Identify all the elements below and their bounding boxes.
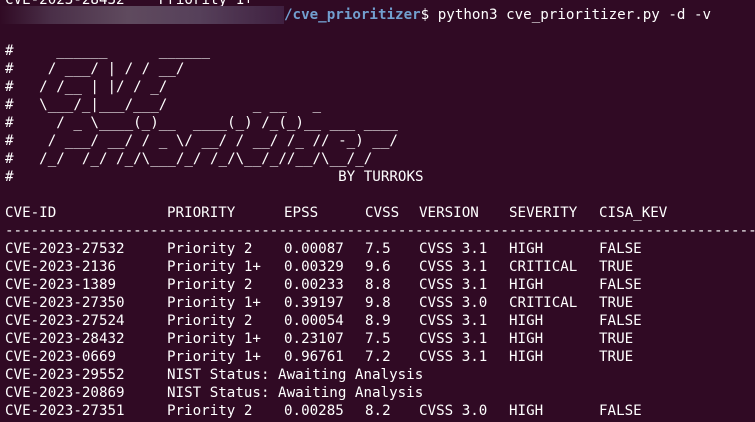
cell-cisa-kev: FALSE	[599, 313, 642, 329]
cell-severity: HIGH	[509, 331, 544, 347]
cell-cisa-kev: TRUE	[599, 349, 634, 365]
cell-cve-id: CVE-2023-27351	[5, 403, 125, 419]
cell-cve-id: CVE-2023-27532	[5, 241, 125, 257]
cell-version: CVSS 3.1	[419, 349, 488, 365]
cell-severity: CRITICAL	[509, 259, 578, 275]
cell-cvss: 7.2	[365, 349, 391, 365]
cell-epss: 0.00233	[284, 277, 344, 293]
cell-cisa-kev: FALSE	[599, 277, 642, 293]
prompt-path: /cve_prioritizer	[284, 7, 421, 23]
cell-cve-id: CVE-2023-28432	[5, 331, 125, 347]
cell-cisa-kev: TRUE	[599, 331, 634, 347]
table-row: CVE-2023-2136 Priority 1+ 0.00329 9.6 CVSS 3…	[5, 258, 689, 276]
cell-cvss: 7.5	[365, 241, 391, 257]
cell-cvss: 8.8	[365, 277, 391, 293]
cell-cve-id: CVE-2023-27524	[5, 313, 125, 329]
cell-version: CVSS 3.1	[419, 277, 488, 293]
cell-version: CVSS 3.1	[419, 259, 488, 275]
cell-cvss: 8.2	[365, 403, 391, 419]
cell-cvss: 8.9	[365, 313, 391, 329]
table-row: CVE-2023-27532 Priority 2 0.00087 7.5 CVSS 3…	[5, 240, 689, 258]
cell-severity: HIGH	[509, 403, 544, 419]
cell-priority: Priority 1+	[167, 259, 261, 275]
banner-line: # / ___/ __/ / _ \/ __/ / __/ /_ // -_) …	[5, 133, 398, 149]
cell-epss: 0.00054	[284, 313, 344, 329]
cell-severity: HIGH	[509, 277, 544, 293]
cell-epss: 0.39197	[284, 295, 344, 311]
cell-priority: Priority 2	[167, 313, 253, 329]
header-severity: SEVERITY	[509, 205, 578, 221]
cell-cvss: 9.8	[365, 295, 391, 311]
cell-severity: HIGH	[509, 313, 544, 329]
table-header: CVE-ID PRIORITY EPSS CVSS VERSION SEVERITY CIS…	[5, 204, 689, 222]
cell-cvss: 7.5	[365, 331, 391, 347]
cell-cisa-kev: TRUE	[599, 295, 634, 311]
cell-severity: HIGH	[509, 241, 544, 257]
cell-nist-status: NIST Status: Awaiting Analysis	[167, 367, 424, 383]
table-row-nist-status: CVE-2023-20869 NIST Status: Awaiting Anal…	[5, 384, 423, 402]
banner-byline: # BY TURROKS	[5, 169, 424, 185]
cell-severity: CRITICAL	[509, 295, 578, 311]
cell-cve-id: CVE-2023-29552	[5, 367, 125, 383]
cell-cve-id: CVE-2023-20869	[5, 385, 125, 401]
cell-version: CVSS 3.1	[419, 241, 488, 257]
banner-line: # \___/_|___/___/ _ __ _	[5, 97, 322, 113]
cell-version: CVSS 3.1	[419, 313, 488, 329]
cell-priority: Priority 2	[167, 403, 253, 419]
banner-line: # / ___/ | / / __/	[5, 61, 185, 77]
cell-cisa-kev: FALSE	[599, 241, 642, 257]
table-row: CVE-2023-27524 Priority 2 0.00054 8.9 CVSS 3…	[5, 312, 689, 330]
cell-version: CVSS 3.0	[419, 403, 488, 419]
header-cvss: CVSS	[365, 205, 400, 221]
table-row: CVE-2023-27351 Priority 2 0.00285 8.2 CVSS 3…	[5, 402, 689, 420]
table-separator: ----------------------------------------…	[5, 223, 755, 239]
cell-version: CVSS 3.1	[419, 331, 488, 347]
table-row-nist-status: CVE-2023-29552 NIST Status: Awaiting Anal…	[5, 366, 423, 384]
banner-line: # ______ ______	[5, 43, 210, 59]
table-row: CVE-2023-0669 Priority 1+ 0.96761 7.2 CVSS 3…	[5, 348, 689, 366]
cell-epss: 0.00087	[284, 241, 344, 257]
cell-priority: Priority 2	[167, 241, 253, 257]
header-version: VERSION	[419, 205, 479, 221]
cell-cisa-kev: TRUE	[599, 259, 634, 275]
cell-priority: Priority 2	[167, 277, 253, 293]
command-text: python3 cve_prioritizer.py -d -v	[429, 7, 712, 23]
cell-cisa-kev: FALSE	[599, 403, 642, 419]
cell-priority: Priority 1+	[167, 349, 261, 365]
header-priority: PRIORITY	[167, 205, 236, 221]
cell-severity: HIGH	[509, 349, 544, 365]
cell-epss: 0.23107	[284, 331, 344, 347]
cell-version: CVSS 3.0	[419, 295, 488, 311]
header-epss: EPSS	[284, 205, 319, 221]
redacted-user-host	[0, 6, 284, 24]
banner-line: # / /__ | |/ / _/	[5, 79, 168, 95]
command-prompt: /cve_prioritizer$ python3 cve_prioritize…	[0, 6, 711, 24]
cell-priority: Priority 1+	[167, 331, 261, 347]
cell-cvss: 9.6	[365, 259, 391, 275]
cell-epss: 0.96761	[284, 349, 344, 365]
cell-cve-id: CVE-2023-1389	[5, 277, 117, 293]
table-row: CVE-2023-1389 Priority 2 0.00233 8.8 CVSS 3.…	[5, 276, 689, 294]
cell-cve-id: CVE-2023-2136	[5, 259, 117, 275]
cell-epss: 0.00329	[284, 259, 344, 275]
header-cisa-kev: CISA_KEV	[599, 205, 668, 221]
cell-priority: Priority 1+	[167, 295, 261, 311]
banner-line: # /_/ /_/ /_/\___/_/ /_/\__/_//__/\__/_/	[5, 151, 373, 167]
cell-nist-status: NIST Status: Awaiting Analysis	[167, 385, 424, 401]
table-row: CVE-2023-28432 Priority 1+ 0.23107 7.5 CVSS …	[5, 330, 689, 348]
banner-line: # / _ \____(_)__ ____(_) /_(_)__ ___ ___…	[5, 115, 398, 131]
prompt-symbol: $	[420, 7, 430, 23]
terminal-window[interactable]: CVE-2023-28432 Priority 1+ /cve_prioriti…	[0, 0, 755, 422]
cell-cve-id: CVE-2023-0669	[5, 349, 117, 365]
cell-cve-id: CVE-2023-27350	[5, 295, 125, 311]
cell-epss: 0.00285	[284, 403, 344, 419]
table-row: CVE-2023-27350 Priority 1+ 0.39197 9.8 CVSS …	[5, 294, 689, 312]
header-cve-id: CVE-ID	[5, 205, 57, 221]
